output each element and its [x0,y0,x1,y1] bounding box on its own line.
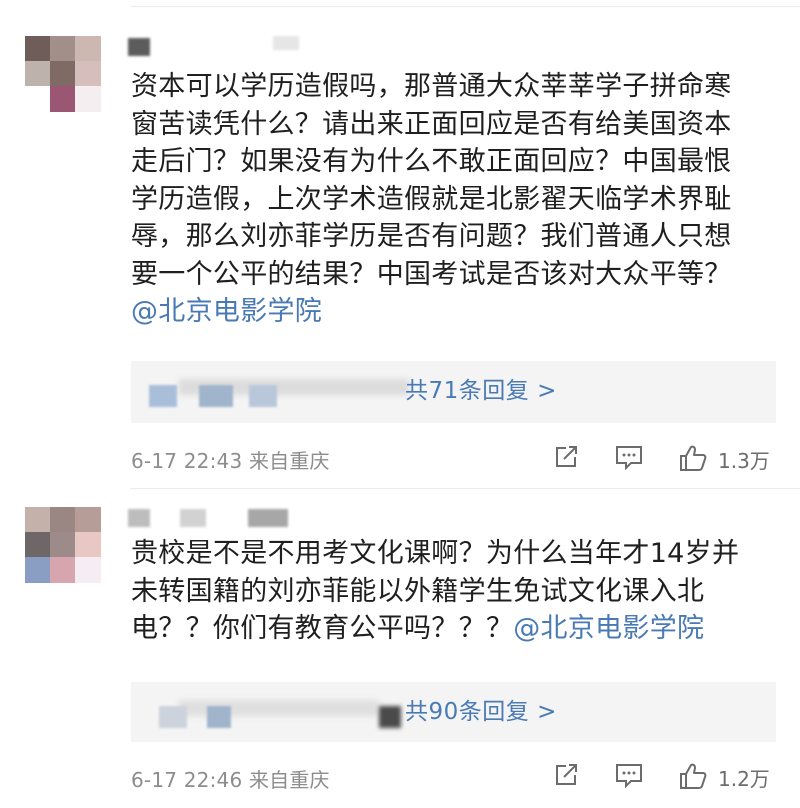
reply-preview[interactable]: 共90条回复 > [131,682,776,742]
thumbs-up-icon[interactable] [678,761,708,791]
comment-text: 资本可以学历造假吗，那普通大众莘莘学子拼命寒 窗苦读凭什么？请出来正面回应是否有… [131,71,732,327]
comment-icon[interactable] [614,443,644,471]
share-icon[interactable] [552,443,580,471]
action-bar: 1.2万 [548,761,788,791]
blurred-replies [139,682,419,742]
location: 来自重庆 [248,768,330,792]
blurred-replies [139,361,419,423]
mention-link[interactable]: @北京电影学院 [513,613,704,644]
comment-meta: 6-17 22:46 来自重庆 [131,764,330,793]
reply-preview[interactable]: 共71条回复 > [131,361,776,423]
timestamp: 6-17 22:46 [131,768,243,792]
username[interactable] [128,507,388,529]
thumbs-up-icon[interactable] [678,443,708,473]
comment-icon[interactable] [614,761,644,789]
comment-text: 贵校是不是不用考文化课啊？为什么当年才14岁并 未转国籍的刘亦菲能以外籍学生免试… [131,538,740,644]
view-replies-link[interactable]: 共90条回复 > [405,682,557,742]
comment-meta: 6-17 22:43 来自重庆 [131,445,330,474]
top-divider [130,6,800,7]
timestamp: 6-17 22:43 [131,449,243,473]
username[interactable] [128,36,388,58]
like-count: 1.3万 [718,449,770,473]
view-replies-link[interactable]: 共71条回复 > [405,361,557,421]
share-icon[interactable] [552,761,580,789]
like-count: 1.2万 [718,767,770,791]
action-bar: 1.3万 [548,443,788,473]
mention-link[interactable]: @北京电影学院 [131,296,322,327]
comment-divider [130,488,800,489]
avatar[interactable] [25,36,101,112]
avatar[interactable] [25,507,101,583]
location: 来自重庆 [248,449,330,473]
